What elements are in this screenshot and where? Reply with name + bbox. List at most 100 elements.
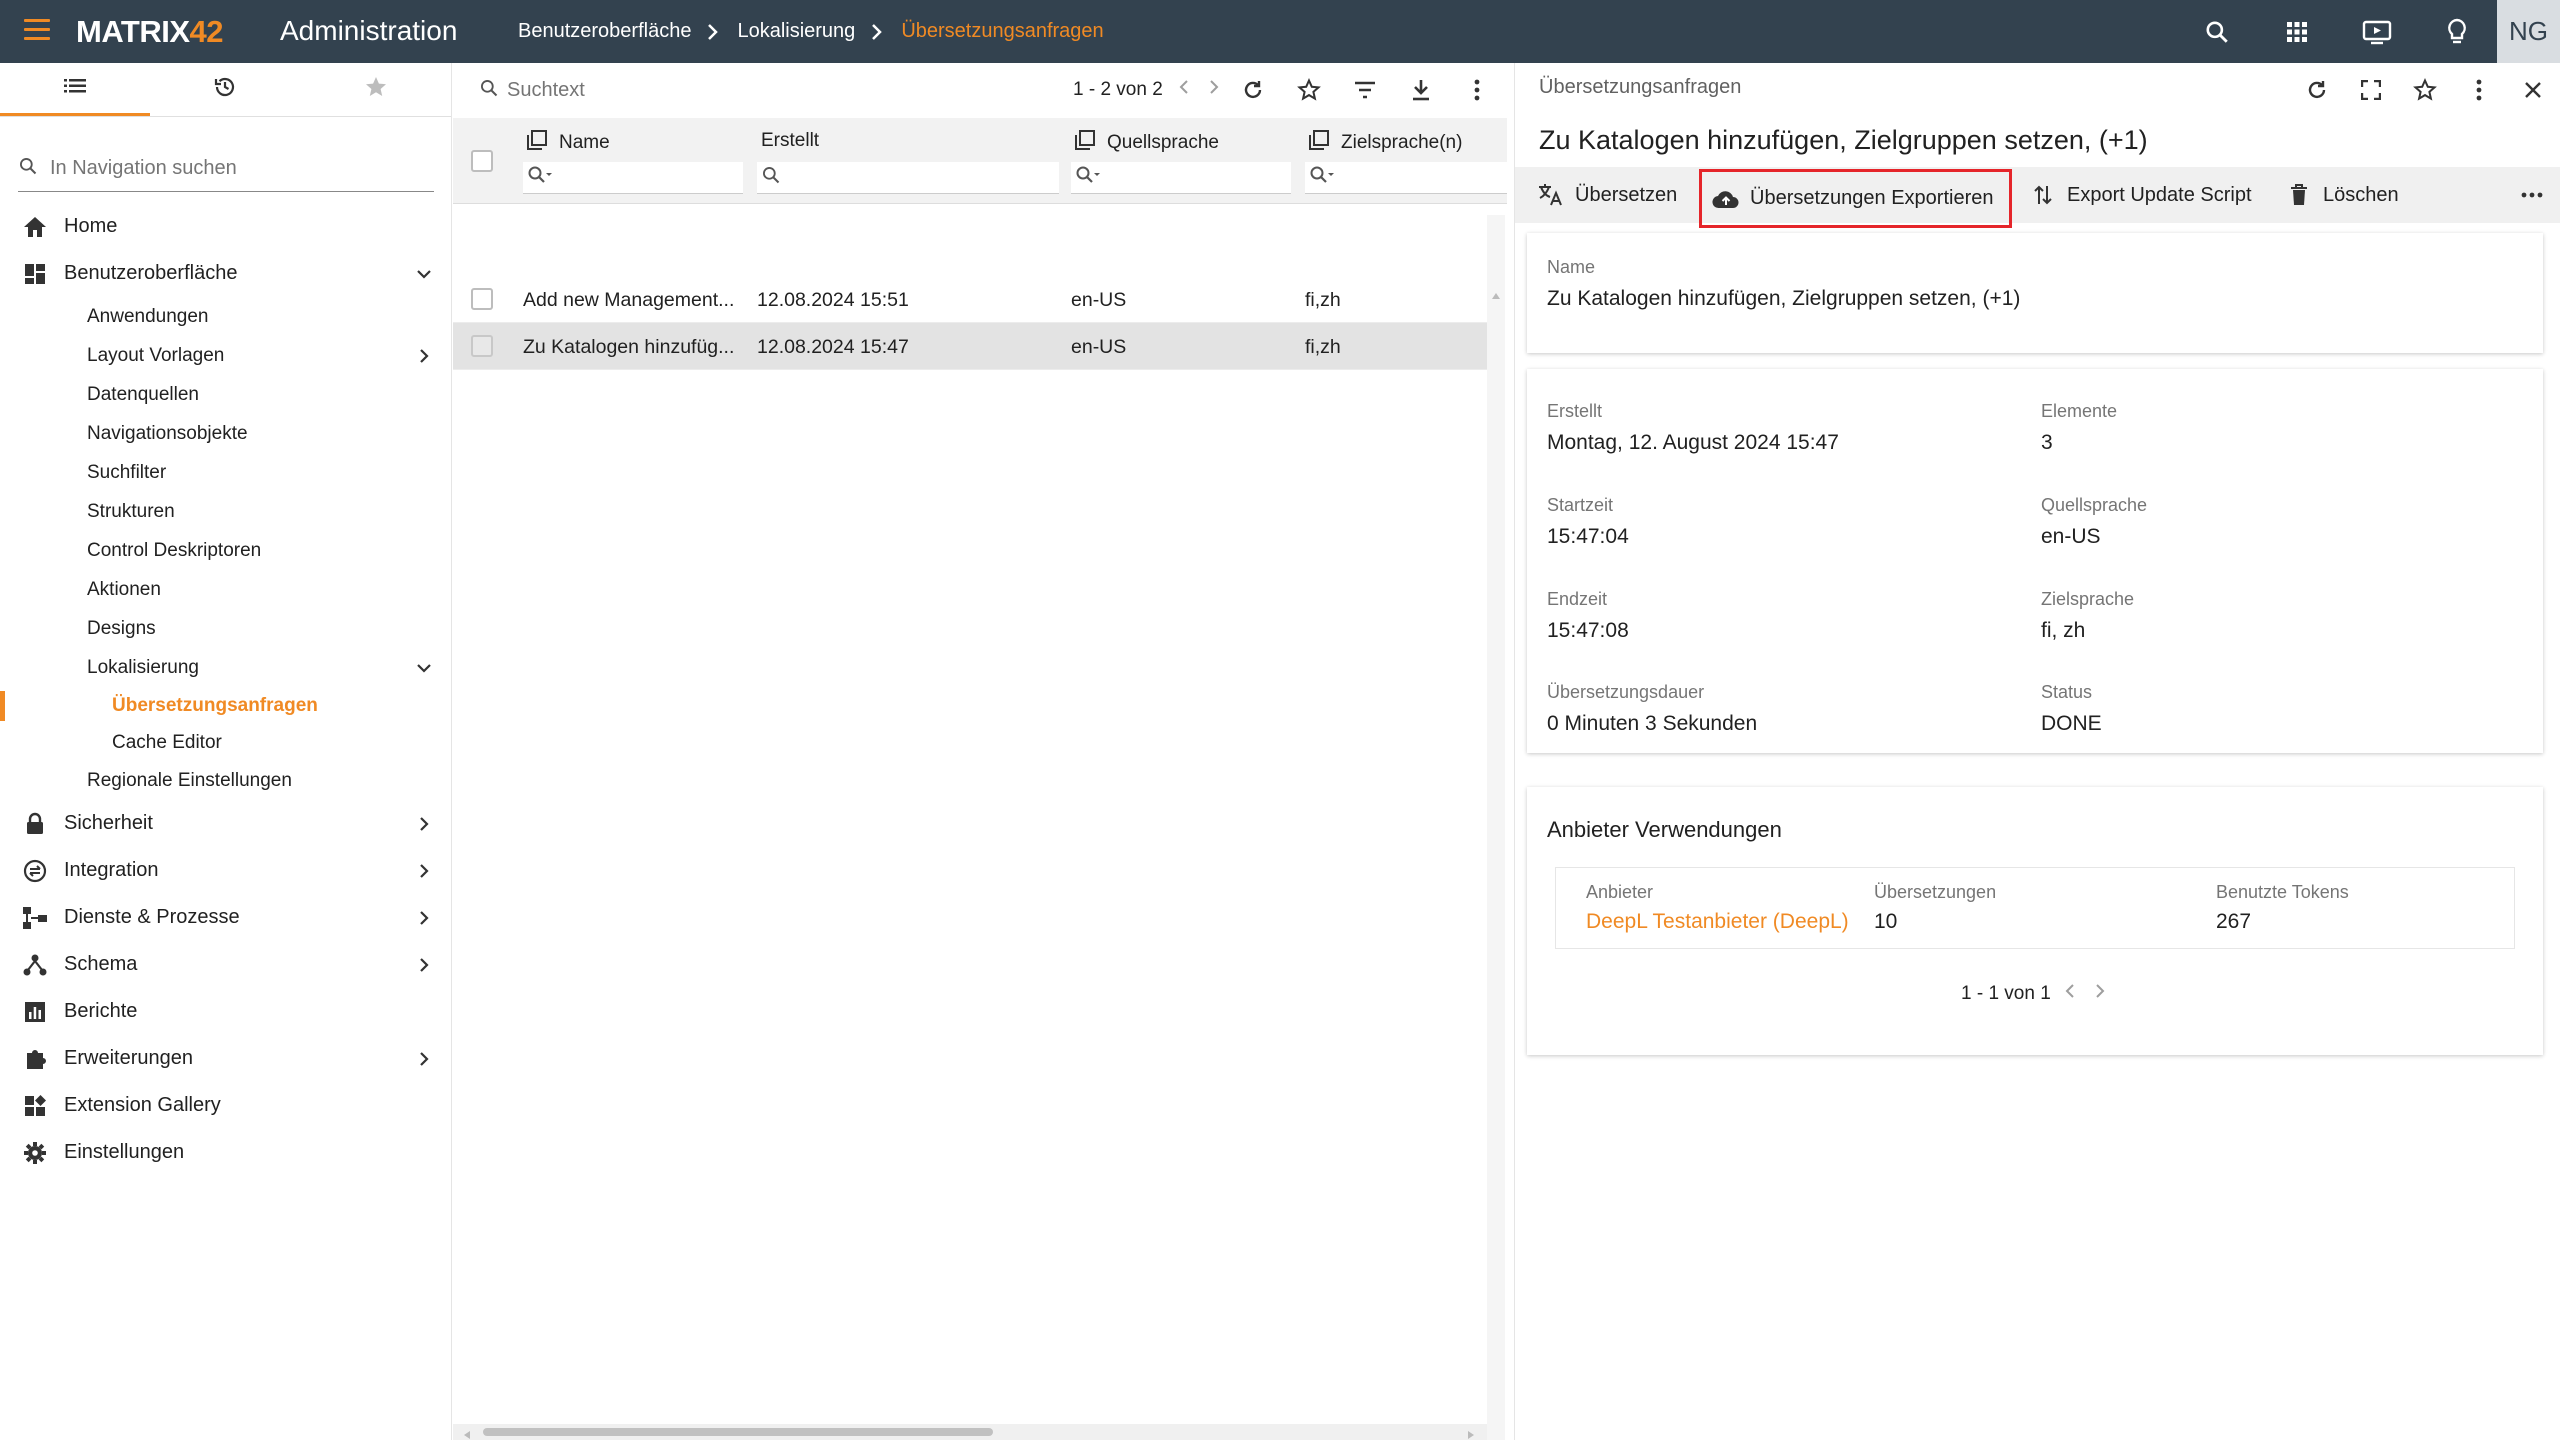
select-all-checkbox[interactable]	[471, 150, 493, 172]
nav-item-regionale-einstellungen[interactable]: Regionale Einstellungen	[0, 761, 452, 800]
filter-input-erstellt[interactable]	[757, 162, 1059, 194]
search-icon[interactable]	[2177, 0, 2257, 63]
chevron-right-icon[interactable]	[412, 812, 436, 836]
column-header-zielsprache[interactable]: Zielsprache(n)	[1309, 130, 1462, 156]
chevron-right-icon[interactable]	[412, 1047, 436, 1071]
column-header-erstellt[interactable]: Erstellt	[761, 130, 819, 152]
nav-item-label: Navigationsobjekte	[87, 422, 248, 444]
table-row[interactable]: Zu Katalogen hinzufüg... 12.08.2024 15:4…	[453, 323, 1488, 370]
nav-item-berichte[interactable]: Berichte	[0, 988, 452, 1035]
nav-item-schema[interactable]: Schema	[0, 941, 452, 988]
scroll-left-icon[interactable]	[463, 1427, 471, 1440]
fullscreen-icon[interactable]	[2344, 73, 2398, 107]
nav-search-input[interactable]: In Navigation suchen	[18, 146, 434, 192]
scroll-right-icon[interactable]	[1467, 1427, 1475, 1440]
menu-icon[interactable]	[24, 19, 50, 43]
nav-item-home[interactable]: Home	[0, 203, 452, 250]
chevron-down-icon[interactable]	[412, 262, 436, 286]
nav-item-strukturen[interactable]: Strukturen	[0, 492, 452, 531]
close-icon[interactable]	[2506, 73, 2560, 107]
nav-item-cache-editor[interactable]: Cache Editor	[0, 724, 452, 761]
left-navigation: In Navigation suchen Home Benutzeroberfl…	[0, 63, 452, 1440]
nav-item-einstellungen[interactable]: Einstellungen	[0, 1129, 452, 1176]
process-icon	[22, 905, 48, 931]
loeschen-button[interactable]: Löschen	[2285, 167, 2399, 223]
table-row[interactable]: Add new Management... 12.08.2024 15:51 e…	[453, 276, 1488, 323]
tab-favorites[interactable]	[301, 63, 451, 116]
apps-grid-icon[interactable]	[2257, 0, 2337, 63]
column-header-quellsprache[interactable]: Quellsprache	[1075, 130, 1219, 156]
lightbulb-icon[interactable]	[2417, 0, 2497, 63]
anbieter-link[interactable]: DeepL Testanbieter (DeepL)	[1586, 910, 1849, 934]
nav-item-integration[interactable]: Integration	[0, 847, 452, 894]
lock-icon	[22, 811, 48, 837]
nav-item-layout-vorlagen[interactable]: Layout Vorlagen	[0, 336, 452, 375]
search-icon	[479, 78, 499, 103]
breadcrumb-lokalisierung[interactable]: Lokalisierung	[737, 20, 855, 43]
detail-header-icons	[2290, 73, 2560, 107]
logo[interactable]: MATRIX42	[76, 14, 224, 50]
more-vertical-icon[interactable]	[1463, 76, 1491, 104]
nav-item-navigationsobjekte[interactable]: Navigationsobjekte	[0, 414, 452, 453]
nav-item-label: Einstellungen	[64, 1141, 185, 1163]
tab-list[interactable]	[0, 63, 151, 116]
star-outline-icon[interactable]	[1295, 76, 1323, 104]
chevron-down-icon[interactable]	[412, 656, 436, 680]
star-outline-icon[interactable]	[2398, 73, 2452, 107]
chevron-right-icon[interactable]	[412, 953, 436, 977]
more-vertical-icon[interactable]	[2452, 73, 2506, 107]
tab-history[interactable]	[150, 63, 300, 116]
nav-item-label: Integration	[64, 859, 159, 881]
list-search-input[interactable]: Suchtext	[479, 78, 585, 103]
nav-item-extension-gallery[interactable]: Extension Gallery	[0, 1082, 452, 1129]
row-checkbox[interactable]	[471, 288, 493, 310]
nav-item-anwendungen[interactable]: Anwendungen	[0, 297, 452, 336]
chevron-left-icon[interactable]	[2065, 983, 2075, 1005]
nav-item-label: Schema	[64, 953, 138, 975]
presentation-icon[interactable]	[2337, 0, 2417, 63]
horizontal-scrollbar[interactable]	[453, 1424, 1487, 1440]
nav-search-placeholder: In Navigation suchen	[50, 157, 237, 179]
avatar[interactable]: NG	[2497, 0, 2560, 63]
nav-item-label: Übersetzungsanfragen	[112, 694, 318, 716]
uebersetzen-button[interactable]: Übersetzen	[1537, 167, 1677, 223]
chevron-right-icon[interactable]	[2095, 983, 2105, 1005]
nav-item-benutzeroberflaeche[interactable]: Benutzeroberfläche	[0, 250, 452, 297]
more-horizontal-icon[interactable]	[2521, 167, 2543, 223]
nav-item-sicherheit[interactable]: Sicherheit	[0, 800, 452, 847]
filter-icon[interactable]	[1351, 76, 1379, 104]
chevron-right-icon[interactable]	[412, 859, 436, 883]
search-filter-icon	[527, 165, 555, 190]
vertical-scrollbar[interactable]	[1487, 215, 1505, 1440]
filter-input-name[interactable]	[523, 162, 743, 194]
filter-input-zielsprache[interactable]	[1305, 162, 1507, 194]
nav-item-dienste-prozesse[interactable]: Dienste & Prozesse	[0, 894, 452, 941]
download-icon[interactable]	[1407, 76, 1435, 104]
breadcrumb-benutzeroberflaeche[interactable]: Benutzeroberfläche	[518, 20, 691, 43]
nav-item-datenquellen[interactable]: Datenquellen	[0, 375, 452, 414]
chevron-right-icon[interactable]	[412, 344, 436, 368]
nav-item-uebersetzungsanfragen[interactable]: Übersetzungsanfragen	[0, 687, 452, 724]
scroll-up-icon[interactable]	[1491, 287, 1501, 305]
chevron-right-icon[interactable]	[1209, 79, 1219, 101]
column-header-name[interactable]: Name	[527, 130, 610, 156]
nav-item-aktionen[interactable]: Aktionen	[0, 570, 452, 609]
row-checkbox[interactable]	[471, 335, 493, 357]
uebersetzungen-exportieren-button[interactable]: Übersetzungen Exportieren	[1699, 169, 2013, 228]
pager-text: 1 - 1 von 1	[1961, 983, 2051, 1004]
nav-item-erweiterungen[interactable]: Erweiterungen	[0, 1035, 452, 1082]
chevron-left-icon[interactable]	[1179, 79, 1189, 101]
nav-item-control-deskriptoren[interactable]: Control Deskriptoren	[0, 531, 452, 570]
nav-item-suchfilter[interactable]: Suchfilter	[0, 453, 452, 492]
refresh-icon[interactable]	[2290, 73, 2344, 107]
chevron-right-icon[interactable]	[412, 906, 436, 930]
filter-input-quellsprache[interactable]	[1071, 162, 1291, 194]
list-icon	[64, 78, 87, 99]
export-update-script-button[interactable]: Export Update Script	[2029, 167, 2252, 223]
refresh-icon[interactable]	[1239, 76, 1267, 104]
scrollbar-thumb[interactable]	[483, 1428, 993, 1436]
list-search-placeholder: Suchtext	[507, 79, 585, 101]
nav-item-designs[interactable]: Designs	[0, 609, 452, 648]
loeschen-label: Löschen	[2323, 183, 2399, 206]
nav-item-lokalisierung[interactable]: Lokalisierung	[0, 648, 452, 687]
